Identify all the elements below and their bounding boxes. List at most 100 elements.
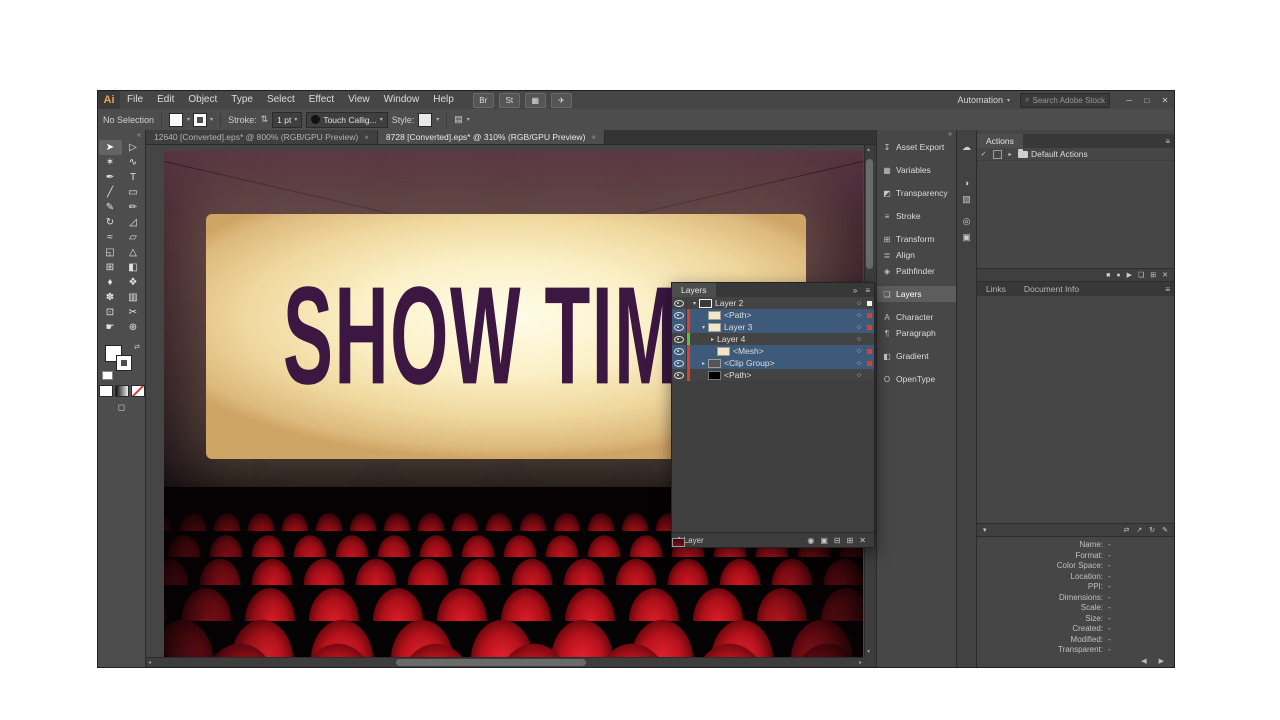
menu-item[interactable]: Effect [302, 91, 341, 109]
panel-button-paragraph[interactable]: ¶ Paragraph [877, 325, 956, 341]
none-button[interactable] [130, 385, 145, 397]
visibility-toggle[interactable] [672, 333, 687, 345]
action-toggle-check[interactable]: ✓ [977, 148, 991, 160]
scale-tool[interactable]: ◿ [122, 215, 145, 230]
selection-tool[interactable]: ➤ [98, 140, 122, 155]
links-panel-tab[interactable]: Document Info [1015, 282, 1088, 296]
menu-item[interactable]: Window [377, 91, 427, 109]
layer-thumbnail[interactable] [708, 358, 721, 368]
chevron-down-icon[interactable]: ▾ [467, 116, 470, 123]
layer-row[interactable]: ▸ <Clip Group> ○ [672, 357, 874, 369]
delete-action-icon[interactable]: ✕ [1162, 271, 1168, 279]
vertical-scroll-thumb[interactable] [866, 159, 873, 269]
stroke-swatch[interactable] [116, 355, 132, 371]
zoom-tool[interactable]: ⊕ [122, 320, 145, 335]
shape-builder-tool[interactable]: ◱ [99, 245, 122, 260]
links-panel-tab[interactable]: Links [977, 282, 1015, 296]
tab-close-icon[interactable]: × [364, 133, 369, 142]
layer-name[interactable]: <Path> [724, 310, 853, 320]
lasso-tool[interactable]: ∿ [122, 155, 145, 170]
paintbrush-tool[interactable]: ✎ [99, 200, 122, 215]
selection-indicator[interactable] [865, 300, 874, 306]
menu-item[interactable]: Edit [150, 91, 181, 109]
scroll-right-icon[interactable]: ▸ [859, 658, 862, 667]
pen-tool[interactable]: ✒ [99, 170, 122, 185]
rectangle-tool[interactable]: ▭ [122, 185, 145, 200]
workspace-switcher[interactable]: Automation ▾ [957, 95, 1010, 105]
magic-wand-tool[interactable]: ✶ [99, 155, 122, 170]
scroll-up-icon[interactable]: ▴ [867, 145, 870, 155]
visibility-toggle[interactable] [672, 345, 687, 357]
mesh-tool[interactable]: ⊞ [99, 260, 122, 275]
default-fill-stroke-icon[interactable] [102, 371, 113, 380]
relink-icon[interactable]: ⇄ [1124, 526, 1130, 534]
expand-chevron-icon[interactable]: ▾ [690, 300, 699, 307]
stroke-color-swatch[interactable] [193, 112, 208, 127]
color-guide-icon[interactable]: ▧ [957, 191, 976, 207]
eyedropper-tool[interactable]: ♦ [99, 275, 122, 290]
visibility-toggle[interactable] [672, 321, 687, 333]
target-icon[interactable]: ○ [853, 372, 865, 379]
selection-indicator[interactable] [865, 373, 874, 378]
layer-name[interactable]: Layer 2 [715, 298, 853, 308]
layer-name[interactable]: <Mesh> [733, 346, 853, 356]
document-tab[interactable]: 8728 [Converted].eps* @ 310% (RGB/GPU Pr… [377, 130, 606, 144]
layer-thumbnail[interactable] [717, 346, 730, 356]
layer-thumbnail[interactable] [672, 538, 685, 547]
action-set-row[interactable]: ✓ ▸ Default Actions [977, 148, 1174, 161]
panel-collapse-icon[interactable]: » [849, 286, 861, 295]
layer-name[interactable]: <Path> [724, 370, 853, 380]
color-icon[interactable]: ◑ [957, 175, 976, 191]
expand-chevron-icon[interactable]: ▾ [699, 324, 708, 331]
type-tool[interactable]: T [122, 170, 145, 185]
target-icon[interactable]: ○ [853, 324, 865, 331]
selection-indicator[interactable] [865, 312, 874, 318]
collapse-dock-icon[interactable]: » [948, 131, 952, 138]
column-graph-tool[interactable]: ▥ [122, 290, 145, 305]
arrange-documents-icon[interactable]: ▦ [524, 92, 546, 108]
graphic-style-options-icon[interactable]: ▤ [454, 114, 463, 125]
free-transform-tool[interactable]: ▱ [122, 230, 145, 245]
menu-item[interactable]: Help [426, 91, 461, 109]
stock-icon[interactable]: St [498, 92, 520, 108]
panel-button-gradient[interactable]: ◧ Gradient [877, 348, 956, 364]
expand-chevron-icon[interactable]: ▸ [1005, 151, 1015, 158]
new-sublayer-icon[interactable]: ⊟ [831, 536, 844, 545]
rotate-tool[interactable]: ↻ [99, 215, 122, 230]
perspective-grid-tool[interactable]: △ [122, 245, 145, 260]
selection-indicator[interactable] [865, 348, 874, 354]
layer-thumbnail[interactable] [708, 370, 721, 380]
prev-link-icon[interactable]: ◀ [1141, 657, 1146, 665]
expand-chevron-icon[interactable]: ▸ [708, 336, 717, 343]
new-layer-icon[interactable]: ⊞ [844, 536, 857, 545]
selection-indicator[interactable] [865, 337, 874, 342]
visibility-toggle[interactable] [672, 357, 687, 369]
style-swatch[interactable] [418, 112, 433, 127]
stroke-weight-field[interactable]: 1 pt ▾ [272, 111, 303, 128]
layer-name[interactable]: Layer 4 [717, 334, 853, 344]
minimize-button[interactable]: ─ [1120, 91, 1138, 109]
hand-tool[interactable]: ☛ [99, 320, 122, 335]
layer-row[interactable]: <Mesh> ○ [672, 345, 874, 357]
panel-button-align[interactable]: ≣ Align [877, 247, 956, 263]
panel-button-stroke[interactable]: ≡ Stroke [877, 208, 956, 224]
record-icon[interactable]: ● [1116, 272, 1120, 279]
target-icon[interactable]: ○ [853, 312, 865, 319]
stroke-weight-stepper[interactable]: ⇅ [261, 114, 269, 125]
target-icon[interactable]: ○ [853, 336, 865, 343]
panel-menu-icon[interactable]: ≡ [861, 286, 874, 295]
expand-chevron-icon[interactable]: ▸ [699, 360, 708, 367]
menu-item[interactable]: Select [260, 91, 302, 109]
horizontal-scroll-thumb[interactable] [396, 659, 586, 666]
collapse-tools-icon[interactable]: « [137, 132, 141, 139]
slice-tool[interactable]: ✂ [122, 305, 145, 320]
graphic-styles-icon[interactable]: ▣ [957, 229, 976, 245]
menu-item[interactable]: Type [224, 91, 260, 109]
panel-button-transparency[interactable]: ◩ Transparency [877, 185, 956, 201]
color-button[interactable] [98, 385, 113, 397]
artboard-tool[interactable]: ⊡ [99, 305, 122, 320]
layer-row[interactable]: ▾ Layer 2 ○ [672, 297, 874, 309]
panel-button-layers[interactable]: ❏ Layers [877, 286, 956, 302]
panel-menu-icon[interactable]: ≡ [1161, 285, 1174, 294]
direct-selection-tool[interactable]: ▷ [122, 140, 145, 155]
